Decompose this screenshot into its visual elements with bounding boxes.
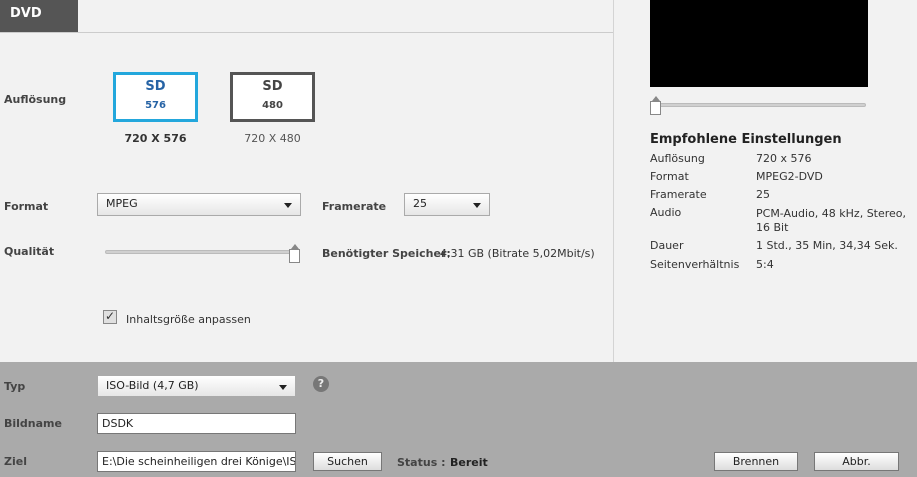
resolution-option-576-bottom: 576 (145, 100, 166, 111)
storage-value: 4,31 GB (Bitrate 5,02Mbit/s) (440, 247, 595, 260)
rec-value: 720 x 576 (756, 152, 812, 165)
rec-key: Format (650, 170, 689, 183)
rec-value: 25 (756, 188, 770, 201)
image-name-label: Bildname (4, 417, 62, 430)
tab-dvd[interactable]: DVD (0, 0, 78, 32)
rec-value: 1 Std., 35 Min, 34,34 Sek. (756, 239, 898, 252)
resolution-option-576-top: SD (145, 79, 166, 94)
header-divider (0, 32, 613, 33)
status-label: Status : (397, 456, 446, 469)
quality-slider-track[interactable] (105, 250, 300, 254)
help-icon[interactable]: ? (313, 376, 329, 392)
rec-key: Dauer (650, 239, 684, 252)
resolution-option-576[interactable]: SD 576 (113, 72, 198, 122)
image-name-field[interactable]: DSDK (97, 413, 296, 434)
cancel-button[interactable]: Abbr. (814, 452, 899, 471)
type-dropdown[interactable]: ISO-Bild (4,7 GB) (97, 375, 296, 397)
type-value: ISO-Bild (4,7 GB) (106, 379, 199, 392)
preview-slider-thumb[interactable] (650, 96, 661, 115)
resolution-option-480-bottom: 480 (262, 100, 283, 111)
rec-value: MPEG2-DVD (756, 170, 823, 183)
panel-divider (613, 0, 614, 362)
burn-button[interactable]: Brennen (714, 452, 798, 471)
format-label: Format (4, 200, 49, 213)
framerate-value: 25 (413, 197, 427, 210)
rec-value: PCM-Audio, 48 kHz, Stereo, 16 Bit (756, 207, 907, 234)
resolution-caption-576: 720 X 576 (124, 132, 187, 145)
caret-down-icon (473, 203, 481, 208)
preview-slider-track[interactable] (652, 103, 866, 107)
rec-key: Auflösung (650, 152, 705, 165)
storage-label: Benötigter Speicher: (322, 247, 451, 260)
recommended-title: Empfohlene Einstellungen (650, 132, 842, 147)
caret-down-icon (284, 203, 292, 208)
caret-down-icon (279, 385, 287, 390)
rec-key: Audio (650, 206, 682, 219)
target-path-field[interactable]: E:\Die scheinheiligen drei Könige\ISO (97, 451, 296, 472)
format-value: MPEG (106, 197, 138, 210)
rec-key: Framerate (650, 188, 707, 201)
resolution-caption-480: 720 X 480 (244, 132, 301, 145)
resolution-label: Auflösung (4, 93, 67, 106)
rec-key: Seitenverhältnis (650, 258, 740, 271)
fit-content-label: Inhaltsgröße anpassen (126, 313, 251, 326)
quality-slider-thumb[interactable] (289, 244, 300, 263)
fit-content-checkbox[interactable]: ✓ (103, 310, 117, 324)
framerate-label: Framerate (322, 200, 387, 213)
type-label: Typ (4, 380, 26, 393)
search-button[interactable]: Suchen (313, 452, 382, 471)
target-label: Ziel (4, 455, 27, 468)
resolution-option-480-top: SD (262, 79, 283, 94)
format-dropdown[interactable]: MPEG (97, 193, 301, 216)
video-preview (650, 0, 868, 87)
framerate-dropdown[interactable]: 25 (404, 193, 490, 216)
resolution-option-480[interactable]: SD 480 (230, 72, 315, 122)
check-icon: ✓ (104, 309, 116, 323)
status-value: Bereit (450, 456, 488, 469)
quality-label: Qualität (4, 245, 55, 258)
rec-value: 5:4 (756, 258, 774, 271)
